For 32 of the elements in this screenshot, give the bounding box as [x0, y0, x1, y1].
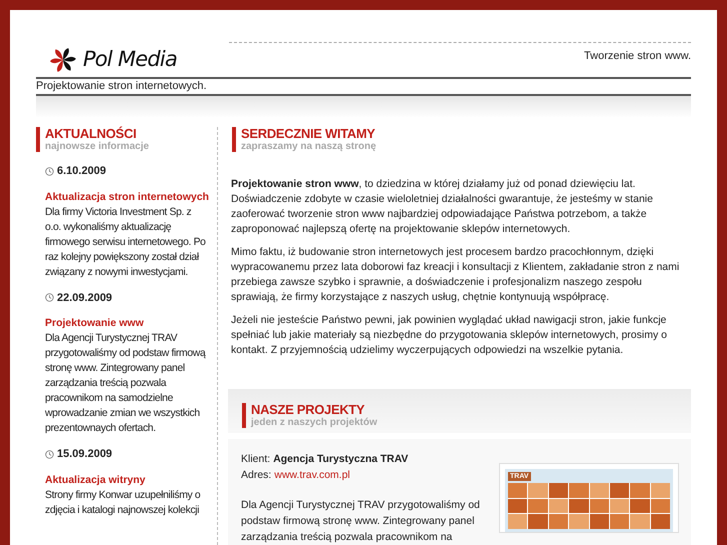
news-date: 6.10.2009 — [57, 164, 106, 179]
news-title[interactable]: Aktualizacja stron internetowych — [45, 190, 209, 204]
section-subtitle: najnowsze informacje — [45, 140, 149, 153]
subtitle-text: Projektowanie stron internetowych. — [36, 80, 208, 94]
address-link[interactable]: www.trav.com.pl — [274, 467, 350, 483]
news-text: Strony firmy Konwar uzupełniliśmy o zdjęcia i katalogi najnowszej kolekcji — [45, 488, 202, 518]
section-title: AKTUALNOŚCI — [45, 127, 138, 140]
heading-bar — [232, 127, 236, 152]
section-title: SERDECZNIE WITAMY — [241, 127, 376, 140]
clock-icon — [45, 450, 54, 459]
welcome-paragraph: Jeżeli nie jesteście Państwo pewni, jak powinien wyglądać układ nawigacji stron, jakie funkcje spełniać lub jakie materiały są niezbędne do przygotowania sklepów internetowych, prosimy o kontakt. Z przyjemnością udzielimy wyczerpujących odpowiedzi na wszelkie pytania. — [231, 313, 668, 358]
project-text: Dla Agencji Turystycznej TRAV przygotowaliśmy od podstaw firmową stronę www. Zintegrowany panel zarządzania treścią pozwala pracownikom na — [241, 498, 481, 545]
news-text: Dla Agencji Turystycznej TRAV przygotowaliśmy od podstaw firmową stronę www. Zintegrowany panel zarządzania treścią pozwala pracownikom na samodzielne wprowadzanie zmian we wszystkich prezentownaych ofertach. — [45, 331, 207, 436]
client-name: Agencja Turystyczna TRAV — [273, 452, 408, 467]
tagline: Tworzenie stron www. — [584, 50, 691, 62]
clock-icon — [45, 293, 54, 302]
section-title: NASZE PROJEKTY — [251, 403, 366, 416]
news-title[interactable]: Projektowanie www — [45, 316, 209, 331]
welcome-paragraph: Mimo faktu, iż budowanie stron internetowych jest procesem bardzo pracochłonnym, dzięki wypracowanemu przez lata doborowi faz kreacji i konsultacji z Klientem, zakładanie stron z nami przebiega zawsze szybko i sprawnie, a doświadczenie i profesjonalizm naszego zespołu sprawiają, że firmy korzystające z naszych usług, chętnie kontynuują współpracę. — [231, 245, 680, 305]
heading-bar — [242, 403, 246, 428]
logo-text: Pol Media — [83, 46, 177, 74]
section-subtitle: jeden z naszych projektów — [251, 416, 378, 429]
news-title[interactable]: Aktualizacja witryny — [45, 472, 209, 488]
section-subtitle: zapraszamy na naszą stronę — [241, 140, 376, 153]
client-label: Klient: — [241, 452, 270, 467]
news-date: 22.09.2009 — [57, 290, 112, 306]
news-text: Dla firmy Victoria Investment Sp. z o.o. wykonaliśmy aktualizację firmowego serwisu internetowego. Po raz kolejny powiększony został dział związany z nowymi inwestycjami. — [45, 204, 207, 280]
welcome-paragraph: Projektowanie stron www, to dziedzina w której działamy już od ponad dziewięciu lat. Doświadczenie zdobyte w czasie wieloletniej działalności gwarantuje, że jesteśmy w stanie zaoferować tworzenie stron www najbardziej odpowiadające Państwa potrzebom, a także zaproponować najlepszą ofertę na projektowanie sklepów internetowych. — [231, 177, 654, 237]
clock-icon — [45, 166, 54, 176]
news-date: 15.09.2009 — [57, 447, 112, 462]
address-label: Adres: — [241, 468, 272, 483]
heading-bar — [36, 127, 40, 152]
